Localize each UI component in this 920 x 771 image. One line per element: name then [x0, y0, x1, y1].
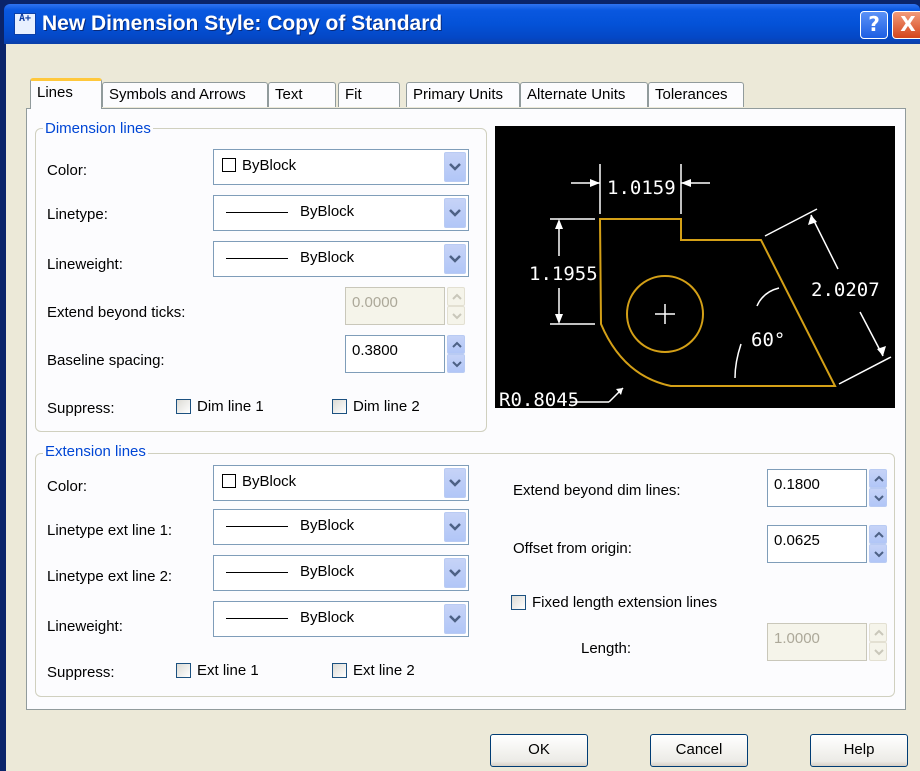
length-field: 1.0000	[767, 623, 867, 661]
title-bar[interactable]: A+ New Dimension Style: Copy of Standard…	[4, 4, 920, 44]
extend-dim-lines-field[interactable]: 0.1800	[767, 469, 867, 507]
extension-lines-legend: Extension lines	[43, 443, 148, 461]
color-swatch	[222, 158, 236, 172]
preview-dim-top: 1.0159	[607, 177, 676, 199]
ext-suppress-label: Suppress:	[47, 664, 115, 681]
ok-button[interactable]: OK	[490, 734, 588, 767]
chevron-down-icon[interactable]	[444, 198, 466, 228]
baseline-spacing-label: Baseline spacing:	[47, 352, 165, 369]
cancel-button[interactable]: Cancel	[650, 734, 748, 767]
dim-color-value: ByBlock	[242, 157, 297, 174]
title-help-button[interactable]: ?	[860, 11, 888, 39]
fixed-length-label: Fixed length extension lines	[532, 594, 718, 611]
tab-fit[interactable]: Fit	[338, 82, 400, 107]
tab-text[interactable]: Text	[268, 82, 336, 107]
offset-origin-field[interactable]: 0.0625	[767, 525, 867, 563]
dim-lineweight-value: ByBlock	[300, 249, 355, 266]
preview-angle: 60°	[751, 329, 785, 351]
tab-alternate-units[interactable]: Alternate Units	[520, 82, 648, 107]
spin-down-icon[interactable]	[869, 488, 887, 507]
chevron-down-icon[interactable]	[444, 558, 466, 588]
ext-linetype1-label: Linetype ext line 1:	[47, 522, 173, 539]
chevron-down-icon[interactable]	[444, 244, 466, 274]
ext-linetype1-select[interactable]: ByBlock	[213, 509, 469, 545]
spin-down-icon[interactable]	[869, 544, 887, 563]
dim-line2-label: Dim line 2	[353, 398, 420, 415]
chevron-down-icon[interactable]	[444, 152, 466, 182]
lines-tab-page: Dimension lines Color: ByBlock Linetype:…	[26, 108, 906, 710]
ext-linetype2-label: Linetype ext line 2:	[47, 568, 173, 585]
checkbox-box[interactable]	[332, 399, 347, 414]
chevron-down-icon[interactable]	[444, 512, 466, 542]
preview-dim-left: 1.1955	[529, 263, 598, 285]
chevron-down-icon[interactable]	[444, 604, 466, 634]
line-sample	[226, 572, 288, 573]
dim-color-label: Color:	[47, 162, 88, 179]
preview-drawing: 1.0159 1.1955 2.0207 60° R0.8045	[499, 164, 892, 411]
checkbox-box[interactable]	[332, 663, 347, 678]
extend-ticks-field: 0.0000	[345, 287, 445, 325]
spin-down-icon[interactable]	[447, 354, 465, 373]
line-sample	[226, 526, 288, 527]
dim-linetype-value: ByBlock	[300, 203, 355, 220]
ext-linetype1-value: ByBlock	[300, 517, 355, 534]
spin-up-icon[interactable]	[869, 469, 887, 488]
tab-lines[interactable]: Lines	[30, 78, 102, 109]
dimension-style-app-icon: A+	[14, 13, 36, 35]
dim-lineweight-select[interactable]: ByBlock	[213, 241, 469, 277]
ext-color-label: Color:	[47, 478, 88, 495]
dimension-preview: 1.0159 1.1955 2.0207 60° R0.8045	[495, 126, 895, 411]
part-outline	[598, 218, 837, 387]
ext-lineweight-value: ByBlock	[300, 609, 355, 626]
ext-line1-label: Ext line 1	[197, 662, 259, 679]
ext-linetype2-value: ByBlock	[300, 563, 355, 580]
tab-tolerances[interactable]: Tolerances	[648, 82, 744, 107]
dim-line1-label: Dim line 1	[197, 398, 264, 415]
line-sample	[226, 212, 288, 213]
checkbox-box[interactable]	[176, 399, 191, 414]
spin-up-icon	[447, 287, 465, 306]
offset-origin-spinner[interactable]: 0.0625	[767, 525, 889, 563]
spin-up-icon[interactable]	[447, 335, 465, 354]
ext-linetype2-select[interactable]: ByBlock	[213, 555, 469, 591]
line-sample	[226, 618, 288, 619]
ext-color-value: ByBlock	[242, 473, 297, 490]
dialog-window: A+ New Dimension Style: Copy of Standard…	[0, 0, 920, 771]
close-button[interactable]: X	[892, 11, 920, 39]
chevron-down-icon[interactable]	[444, 468, 466, 498]
ext-line2-label: Ext line 2	[353, 662, 415, 679]
offset-origin-label: Offset from origin:	[513, 540, 632, 557]
baseline-spacing-field[interactable]: 0.3800	[345, 335, 445, 373]
ext-color-select[interactable]: ByBlock	[213, 465, 469, 501]
preview-radius: R0.8045	[499, 389, 579, 408]
ext-lineweight-label: Lineweight:	[47, 618, 123, 635]
spin-down-icon	[869, 642, 887, 661]
dim-color-select[interactable]: ByBlock	[213, 149, 469, 185]
length-label: Length:	[581, 640, 632, 657]
tab-symbols-and-arrows[interactable]: Symbols and Arrows	[102, 82, 268, 107]
extend-dim-lines-label: Extend beyond dim lines:	[513, 482, 681, 499]
dialog-title: New Dimension Style: Copy of Standard	[42, 12, 443, 35]
dim-suppress-label: Suppress:	[47, 400, 115, 417]
extend-ticks-label: Extend beyond ticks:	[47, 304, 186, 321]
line-sample	[226, 258, 288, 259]
baseline-spacing-spinner[interactable]: 0.3800	[345, 335, 467, 373]
spin-up-icon[interactable]	[869, 525, 887, 544]
checkbox-box[interactable]	[511, 595, 526, 610]
help-button[interactable]: Help	[810, 734, 908, 767]
spin-up-icon	[869, 623, 887, 642]
ext-lineweight-select[interactable]: ByBlock	[213, 601, 469, 637]
dimension-lines-legend: Dimension lines	[43, 120, 153, 138]
dim-lineweight-label: Lineweight:	[47, 256, 123, 273]
dim-linetype-select[interactable]: ByBlock	[213, 195, 469, 231]
color-swatch	[222, 474, 236, 488]
dim-linetype-label: Linetype:	[47, 206, 108, 223]
checkbox-box[interactable]	[176, 663, 191, 678]
tab-primary-units[interactable]: Primary Units	[406, 82, 520, 107]
extend-dim-lines-spinner[interactable]: 0.1800	[767, 469, 889, 507]
preview-dim-right: 2.0207	[811, 279, 880, 301]
extend-ticks-spinner: 0.0000	[345, 287, 467, 325]
length-spinner: 1.0000	[767, 623, 889, 661]
spin-down-icon	[447, 306, 465, 325]
